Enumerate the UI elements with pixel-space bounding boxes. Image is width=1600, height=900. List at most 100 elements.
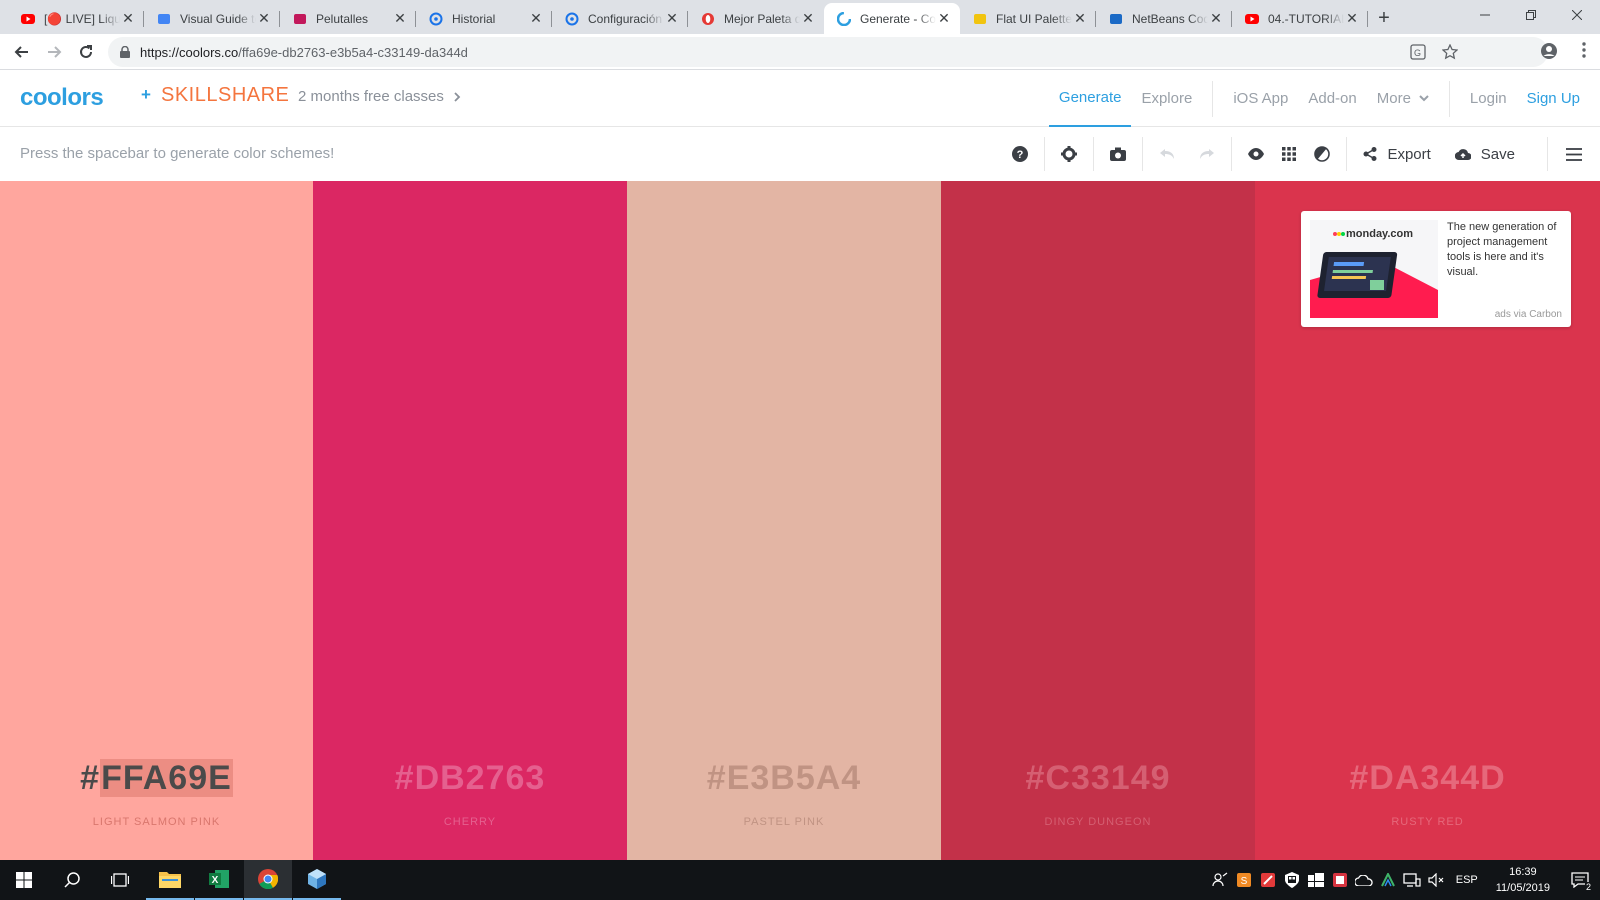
browser-tab[interactable]: 04.-TUTORIAL ✕ [1232,3,1368,34]
nav-add-on[interactable]: Add-on [1298,70,1366,127]
flatui-icon [972,11,988,27]
browser-tab[interactable]: Visual Guide to ✕ [144,3,280,34]
help-button[interactable]: ? [1000,127,1040,181]
excel-button[interactable]: X [195,860,243,900]
camera-button[interactable] [1098,127,1138,181]
coolors-logo[interactable]: coolors [20,84,104,112]
hamburger-menu-button[interactable] [1552,127,1600,181]
monday-logo-icon [1333,232,1345,236]
color-name[interactable]: LIGHT SALMON PINK [0,816,313,828]
carbon-ad[interactable]: monday.com The new generation of project… [1301,211,1571,327]
volume-muted-icon[interactable] [1424,860,1448,900]
translate-icon[interactable]: G [1410,44,1426,65]
browser-tab[interactable]: NetBeans Code✕ [1096,3,1232,34]
new-tab-button[interactable]: + [1368,3,1400,34]
close-tab-icon[interactable]: ✕ [256,10,272,27]
nav-ios-app[interactable]: iOS App [1223,70,1298,127]
color-name[interactable]: PASTEL PINK [627,816,941,828]
close-tab-icon[interactable]: ✕ [936,10,952,27]
search-button[interactable] [48,860,96,900]
ad-text[interactable]: The new generation of project management… [1447,220,1562,280]
color-swatch[interactable]: #FFA69E LIGHT SALMON PINK [0,181,313,860]
close-tab-icon[interactable]: ✕ [1072,10,1088,27]
chrome-button[interactable] [244,860,292,900]
file-explorer-button[interactable] [146,860,194,900]
tray-app-red2-icon[interactable] [1328,860,1352,900]
color-name[interactable]: CHERRY [313,816,627,828]
contrast-button[interactable] [1302,127,1342,181]
security-shield-icon[interactable] [1280,860,1304,900]
hex-value: DA344D [1369,759,1506,797]
close-tab-icon[interactable]: ✕ [1208,10,1224,27]
address-bar[interactable]: https://coolors.co/ffa69e-db2763-e3b5a4-… [108,37,1548,67]
grid-button[interactable] [1276,127,1302,181]
close-tab-icon[interactable]: ✕ [1344,10,1360,27]
browser-menu-button[interactable] [1582,42,1586,63]
ad-image[interactable]: monday.com [1310,220,1438,318]
nav-sign-up[interactable]: Sign Up [1517,70,1600,127]
settings-button[interactable] [1049,127,1089,181]
back-button[interactable] [8,38,36,66]
task-view-button[interactable] [96,860,144,900]
input-language[interactable]: ESP [1448,874,1486,886]
browser-tab[interactable]: Historial ✕ [416,3,552,34]
people-icon[interactable] [1208,860,1232,900]
color-name[interactable]: DINGY DUNGEON [941,816,1255,828]
browser-tab[interactable]: Pelutalles ✕ [280,3,416,34]
close-tab-icon[interactable]: ✕ [800,10,816,27]
browser-tab[interactable]: [🔴 LIVE] Liquid✕ [8,3,144,34]
network-icon[interactable] [1400,860,1424,900]
browser-tab[interactable]: Configuración ✕ [552,3,688,34]
tray-app-orange-icon[interactable]: S [1232,860,1256,900]
tray-app-red-icon[interactable] [1256,860,1280,900]
netbeans-button[interactable] [293,860,341,900]
reload-button[interactable] [72,38,100,66]
export-button[interactable]: Export [1351,127,1442,181]
bookmark-star-icon[interactable] [1441,43,1459,65]
color-swatch[interactable]: #E3B5A4 PASTEL PINK [627,181,941,860]
view-button[interactable] [1236,127,1276,181]
color-swatch[interactable]: #DB2763 CHERRY [313,181,627,860]
color-hex-code[interactable]: #FFA69E [0,759,313,798]
forward-button[interactable] [40,38,68,66]
tray-app-green-icon[interactable] [1376,860,1400,900]
browser-tab[interactable]: Flat UI Palette ✕ [960,3,1096,34]
opera-icon [700,11,716,27]
browser-toolbar: https://coolors.co/ffa69e-db2763-e3b5a4-… [0,34,1600,70]
clock[interactable]: 16:39 11/05/2019 [1486,864,1560,896]
color-hex-code[interactable]: #E3B5A4 [627,759,941,798]
color-name[interactable]: RUSTY RED [1255,816,1600,828]
ad-via[interactable]: ads via Carbon [1495,309,1562,320]
skillshare-logo[interactable]: SKILLSHARE [161,84,289,107]
save-button[interactable]: Save [1443,127,1527,181]
browser-tab[interactable]: Mejor Paleta de ✕ [688,3,824,34]
nav-login[interactable]: Login [1460,70,1517,127]
close-tab-icon[interactable]: ✕ [120,10,136,27]
action-center-button[interactable]: 2 [1560,860,1600,900]
nav-more-label: More [1376,90,1411,107]
hex-prefix: # [1025,759,1046,797]
color-hex-code[interactable]: #C33149 [941,759,1255,798]
profile-button[interactable] [1540,42,1558,65]
color-swatch[interactable]: #C33149 DINGY DUNGEON [941,181,1255,860]
close-window-button[interactable] [1554,0,1600,30]
restore-button[interactable] [1508,0,1554,30]
close-tab-icon[interactable]: ✕ [664,10,680,27]
browser-tab[interactable]: Generate - Coolors✕ [824,3,960,34]
undo-button[interactable] [1147,127,1187,181]
color-hex-code[interactable]: #DB2763 [313,759,627,798]
color-hex-code[interactable]: #DA344D [1255,759,1600,798]
nav-more[interactable]: More [1367,70,1439,127]
arrow-left-icon [14,46,28,58]
windows-defender-icon[interactable] [1304,860,1328,900]
close-tab-icon[interactable]: ✕ [392,10,408,27]
start-button[interactable] [0,860,48,900]
nav-explore[interactable]: Explore [1131,70,1202,127]
promo-link[interactable]: 2 months free classes [298,88,461,105]
redo-button[interactable] [1187,127,1227,181]
nav-generate[interactable]: Generate [1048,70,1132,127]
onedrive-icon[interactable] [1352,860,1376,900]
hex-value: C33149 [1045,759,1171,797]
minimize-button[interactable] [1462,0,1508,30]
close-tab-icon[interactable]: ✕ [528,10,544,27]
